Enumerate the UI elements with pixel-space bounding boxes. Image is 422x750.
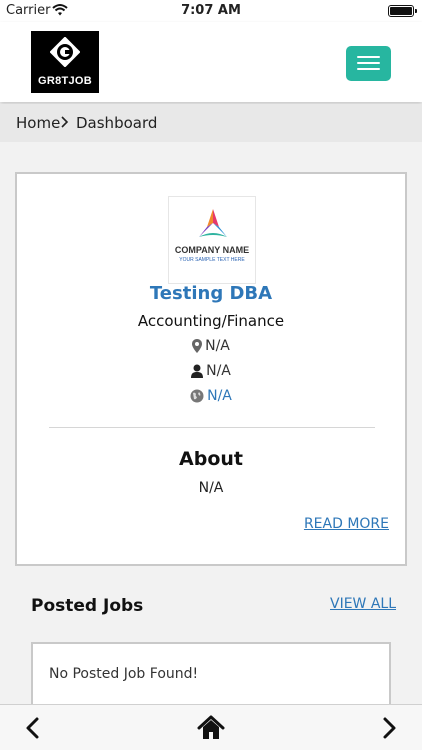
user-icon xyxy=(191,364,204,378)
empty-jobs-message: No Posted Job Found! xyxy=(49,666,199,682)
breadcrumb: Home Dashboard xyxy=(0,104,422,142)
company-profile-card: COMPANY NAME YOUR SAMPLE TEXT HERE Testi… xyxy=(15,172,407,566)
divider xyxy=(49,427,375,428)
home-icon[interactable] xyxy=(196,713,226,743)
company-industry: Accounting/Finance xyxy=(137,312,285,330)
bottom-nav-bar xyxy=(0,704,422,750)
logo-g-mark-icon xyxy=(50,37,80,67)
company-logo-name: COMPANY NAME xyxy=(174,245,250,255)
website-row: N/A xyxy=(17,388,405,404)
battery-icon xyxy=(388,5,417,17)
menu-button[interactable] xyxy=(346,46,391,81)
website-link[interactable]: N/A xyxy=(207,388,232,404)
chevron-right-icon[interactable] xyxy=(374,713,404,743)
gr8tjob-logo[interactable]: GR8TJOB xyxy=(31,31,99,93)
company-name: Testing DBA xyxy=(149,283,273,304)
map-marker-icon xyxy=(192,339,203,353)
posted-jobs-list: No Posted Job Found! xyxy=(31,642,391,712)
company-logo-tagline: YOUR SAMPLE TEXT HERE xyxy=(179,257,245,263)
about-text: N/A xyxy=(198,480,224,496)
hamburger-menu-icon xyxy=(357,56,380,58)
contact-row: N/A xyxy=(17,363,405,379)
location-value: N/A xyxy=(205,338,230,354)
app-header: GR8TJOB xyxy=(0,22,422,102)
breadcrumb-current: Dashboard xyxy=(76,114,158,132)
company-logo: COMPANY NAME YOUR SAMPLE TEXT HERE xyxy=(168,196,256,284)
contact-value: N/A xyxy=(206,363,231,379)
read-more-link[interactable]: READ MORE xyxy=(304,516,389,532)
status-bar: Carrier 7:07 AM xyxy=(0,0,422,22)
chevron-left-icon[interactable] xyxy=(18,713,48,743)
posted-jobs-heading: Posted Jobs xyxy=(31,596,144,616)
location-row: N/A xyxy=(17,338,405,354)
clock: 7:07 AM xyxy=(181,3,241,18)
chevron-right-icon xyxy=(61,116,69,128)
about-heading: About xyxy=(179,448,243,470)
globe-icon xyxy=(190,389,204,403)
company-logo-mark-icon xyxy=(199,209,227,237)
logo-text: GR8TJOB xyxy=(37,75,93,87)
view-all-link[interactable]: VIEW ALL xyxy=(330,596,396,612)
breadcrumb-home-link[interactable]: Home xyxy=(16,114,60,132)
